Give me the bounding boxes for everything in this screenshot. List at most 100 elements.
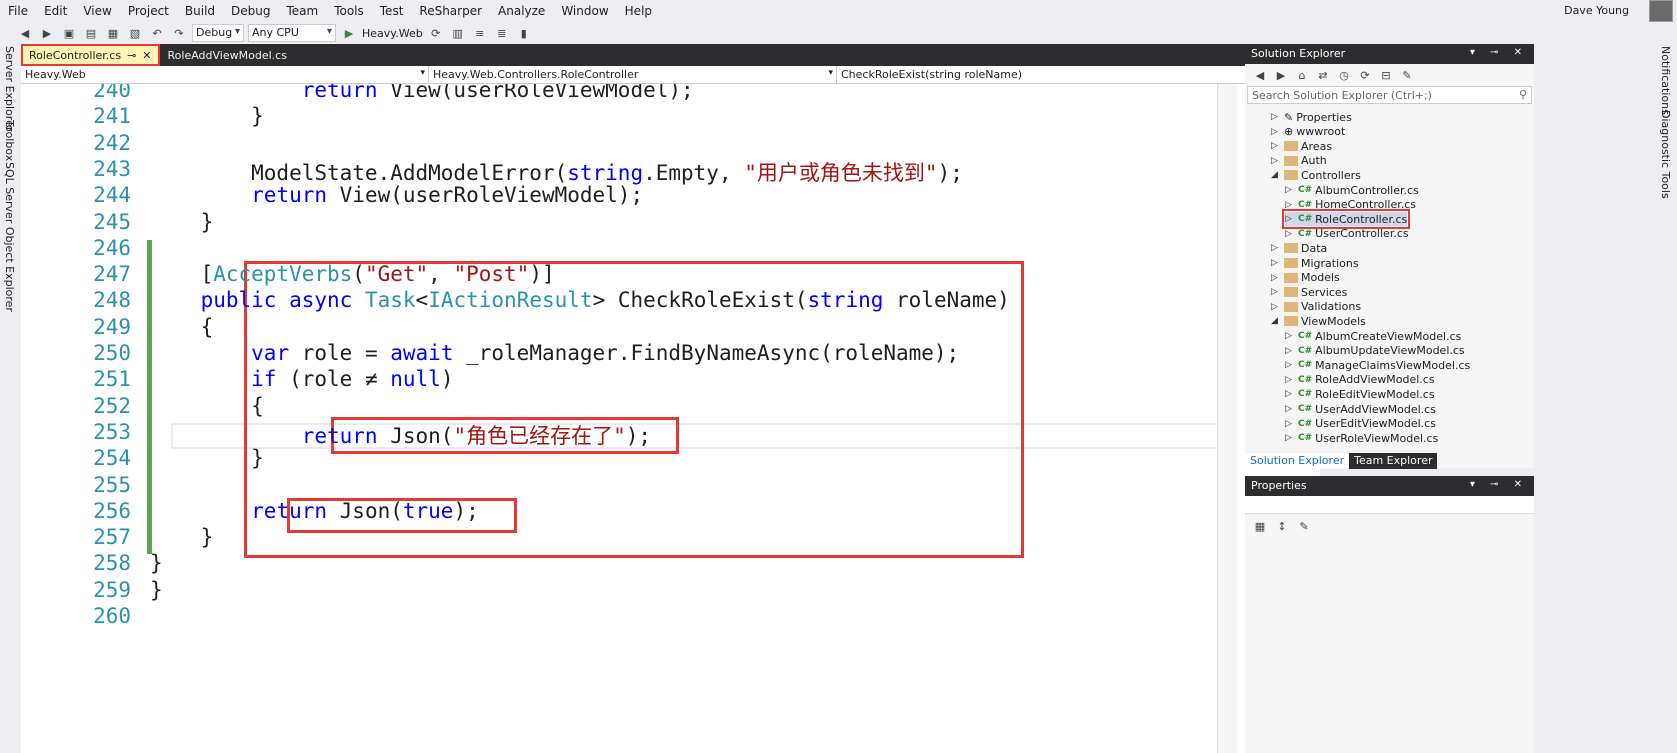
expand-arrow-icon[interactable]: ▷ [1285, 200, 1295, 210]
tree-item[interactable]: ▷ C# UserAddViewModel.cs [1285, 402, 1436, 416]
menu-help[interactable]: Help [617, 4, 660, 18]
expand-arrow-icon[interactable]: ▷ [1285, 331, 1295, 341]
tree-item[interactable]: ▷ Auth [1271, 154, 1327, 168]
expand-arrow-icon[interactable]: ▷ [1285, 346, 1295, 356]
tree-item[interactable]: ▷ Data [1271, 241, 1327, 255]
expand-arrow-icon[interactable]: ▷ [1271, 112, 1281, 122]
tree-item[interactable]: ▷ C# HomeController.cs [1285, 198, 1416, 212]
tab-solution-explorer[interactable]: Solution Explorer [1245, 453, 1350, 469]
avatar[interactable] [1649, 0, 1673, 22]
menu-tools[interactable]: Tools [326, 4, 372, 18]
tree-item[interactable]: ▷ C# UserController.cs [1285, 227, 1409, 241]
expand-arrow-icon[interactable]: ▷ [1285, 419, 1295, 429]
menu-window[interactable]: Window [553, 4, 616, 18]
tree-item[interactable]: ▷ C# RoleEditViewModel.cs [1285, 387, 1435, 401]
menu-debug[interactable]: Debug [223, 4, 278, 18]
menu-project[interactable]: Project [120, 4, 177, 18]
expand-arrow-icon[interactable]: ▷ [1285, 404, 1295, 414]
expand-arrow-icon[interactable]: ◢ [1271, 170, 1281, 180]
alphabetical-icon[interactable]: ↕ [1273, 518, 1291, 534]
menu-resharper[interactable]: ReSharper [411, 4, 490, 18]
expand-arrow-icon[interactable]: ▷ [1271, 243, 1281, 253]
collapse-icon[interactable]: ⊟ [1377, 67, 1395, 83]
tree-item[interactable]: ▷ Validations [1271, 300, 1361, 314]
property-pages-icon[interactable]: ✎ [1295, 518, 1313, 534]
expand-arrow-icon[interactable]: ▷ [1271, 127, 1281, 137]
expand-arrow-icon[interactable]: ◢ [1271, 316, 1281, 326]
sync-icon[interactable]: ⇄ [1314, 67, 1332, 83]
tree-item[interactable]: ▷ Migrations [1271, 256, 1359, 270]
forward-icon[interactable]: ▶ [38, 25, 56, 41]
expand-arrow-icon[interactable]: ▷ [1285, 185, 1295, 195]
expand-arrow-icon[interactable]: ▷ [1285, 389, 1295, 399]
browse-icon[interactable]: ▥ [449, 25, 467, 41]
back-icon[interactable]: ◀ [16, 25, 34, 41]
save-all-icon[interactable]: ▧ [126, 25, 144, 41]
diagnostic-tools-tab[interactable]: Diagnostic Tools [1659, 110, 1672, 199]
tree-item[interactable]: ▷ Models [1271, 271, 1340, 285]
platform-select[interactable]: Any CPU [248, 24, 336, 42]
new-project-icon[interactable]: ▣ [60, 25, 78, 41]
search-input[interactable]: Search Solution Explorer (Ctrl+;) [1247, 86, 1532, 104]
start-target[interactable]: Heavy.Web [362, 27, 423, 40]
tree-item[interactable]: ◢ ViewModels [1271, 314, 1366, 328]
start-icon[interactable]: ▶ [340, 25, 358, 41]
close-icon[interactable]: ✕ [142, 49, 151, 62]
back-icon[interactable]: ◀ [1251, 67, 1269, 83]
tree-item[interactable]: ▷ C# RoleAddViewModel.cs [1285, 373, 1435, 387]
toolbox-tab[interactable]: Toolbox [3, 120, 16, 161]
expand-arrow-icon[interactable]: ▷ [1271, 141, 1281, 151]
tab-rolecontroller[interactable]: RoleController.cs ⊸ ✕ [21, 44, 160, 66]
bookmark-icon[interactable]: ▮ [515, 25, 533, 41]
pane-buttons[interactable]: ▾ ⊸ ✕ [1470, 47, 1528, 58]
expand-arrow-icon[interactable]: ▷ [1285, 360, 1295, 370]
refresh-icon[interactable]: ⟳ [427, 25, 445, 41]
tree-item[interactable]: ▷ C# UserRoleViewModel.cs [1285, 431, 1438, 444]
refresh-icon[interactable]: ⟳ [1356, 67, 1374, 83]
tree-item[interactable]: ▷ C# AlbumUpdateViewModel.cs [1285, 344, 1465, 358]
sql-server-object-explorer-tab[interactable]: SQL Server Object Explorer [3, 162, 16, 312]
pane-buttons[interactable]: ▾ ⊸ ✕ [1470, 479, 1528, 490]
tree-item[interactable]: ◢ Controllers [1271, 168, 1361, 182]
expand-arrow-icon[interactable]: ▷ [1285, 229, 1295, 239]
config-select[interactable]: Debug [192, 24, 244, 42]
expand-arrow-icon[interactable]: ▷ [1271, 302, 1281, 312]
tree-item[interactable]: ▷ Services [1271, 285, 1347, 299]
project-dropdown[interactable]: Heavy.Web [21, 66, 429, 84]
home-icon[interactable]: ⌂ [1293, 67, 1311, 83]
code-editor[interactable]: 240 return View(userRoleViewModel); 241 }… [21, 84, 1320, 753]
history-icon[interactable]: ◷ [1335, 67, 1353, 83]
save-icon[interactable]: ▦ [104, 25, 122, 41]
menu-edit[interactable]: Edit [36, 4, 75, 18]
tree-item[interactable]: ▷ C# AlbumCreateViewModel.cs [1285, 329, 1461, 343]
tree-item[interactable]: ▷ C# ManageClaimsViewModel.cs [1285, 358, 1470, 372]
notifications-tab[interactable]: Notifications [1659, 46, 1672, 115]
tree-item[interactable]: ▷ ⊕ wwwroot [1271, 125, 1345, 139]
tree-item[interactable]: ▷ Areas [1271, 139, 1332, 153]
server-explorer-tab[interactable]: Server Explorer [3, 46, 16, 131]
expand-arrow-icon[interactable]: ▷ [1271, 156, 1281, 166]
tab-team-explorer[interactable]: Team Explorer [1349, 453, 1438, 469]
expand-arrow-icon[interactable]: ▷ [1285, 214, 1295, 224]
tree-item[interactable]: ▷ C# RoleController.cs [1281, 209, 1411, 230]
categorized-icon[interactable]: ▦ [1251, 518, 1269, 534]
open-folder-icon[interactable]: ▤ [82, 25, 100, 41]
object-select[interactable] [1245, 496, 1534, 514]
properties-icon[interactable]: ✎ [1398, 67, 1416, 83]
menu-test[interactable]: Test [372, 4, 412, 18]
user-name[interactable]: Dave Young [1564, 4, 1629, 17]
menu-build[interactable]: Build [177, 4, 223, 18]
redo-icon[interactable]: ↷ [170, 25, 188, 41]
tree-item[interactable]: ▷ C# UserEditViewModel.cs [1285, 417, 1436, 431]
indent-icon[interactable]: ≡ [471, 25, 489, 41]
tab-roleaddviewmodel[interactable]: RoleAddViewModel.cs [160, 44, 295, 66]
editor-scrollbar[interactable] [1217, 84, 1237, 753]
expand-arrow-icon[interactable]: ▷ [1271, 287, 1281, 297]
menu-file[interactable]: File [0, 4, 36, 18]
undo-icon[interactable]: ↶ [148, 25, 166, 41]
menu-view[interactable]: View [75, 4, 119, 18]
menu-team[interactable]: Team [278, 4, 326, 18]
class-dropdown[interactable]: Heavy.Web.Controllers.RoleController [429, 66, 837, 84]
outdent-icon[interactable]: ≣ [493, 25, 511, 41]
expand-arrow-icon[interactable]: ▷ [1271, 273, 1281, 283]
